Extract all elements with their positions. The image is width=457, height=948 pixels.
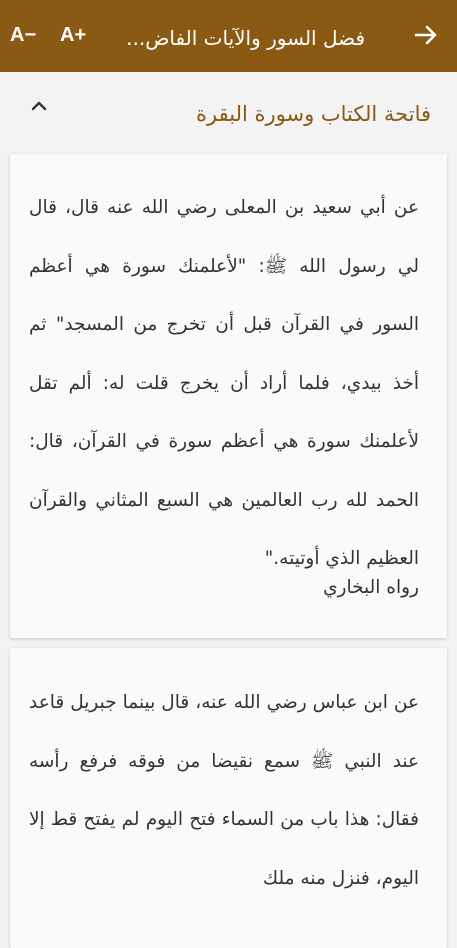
arrow-right-icon xyxy=(414,25,437,45)
section-title: فاتحة الكتاب وسورة البقرة xyxy=(196,102,431,126)
hadith-card: عن ابن عباس رضي الله عنه، قال بينما جبري… xyxy=(10,648,447,948)
hadith-text: عن ابن عباس رضي الله عنه، قال بينما جبري… xyxy=(29,692,419,889)
hadith-text: عن أبي سعيد بن المعلى رضي الله عنه قال، … xyxy=(29,197,419,569)
section-header[interactable]: فاتحة الكتاب وسورة البقرة xyxy=(0,72,457,154)
app-bar: A− A+ فضل السور والآيات الفاض... xyxy=(0,0,457,72)
chevron-up-icon xyxy=(31,101,47,111)
hadith-source: رواه البخاري xyxy=(323,577,419,598)
collapse-button[interactable] xyxy=(30,98,48,112)
back-button[interactable] xyxy=(413,22,439,48)
page-title: فضل السور والآيات الفاض... xyxy=(126,26,365,50)
hadith-card: عن أبي سعيد بن المعلى رضي الله عنه قال، … xyxy=(10,154,447,638)
font-increase-button[interactable]: A+ xyxy=(60,24,86,47)
font-decrease-button[interactable]: A− xyxy=(10,24,36,47)
